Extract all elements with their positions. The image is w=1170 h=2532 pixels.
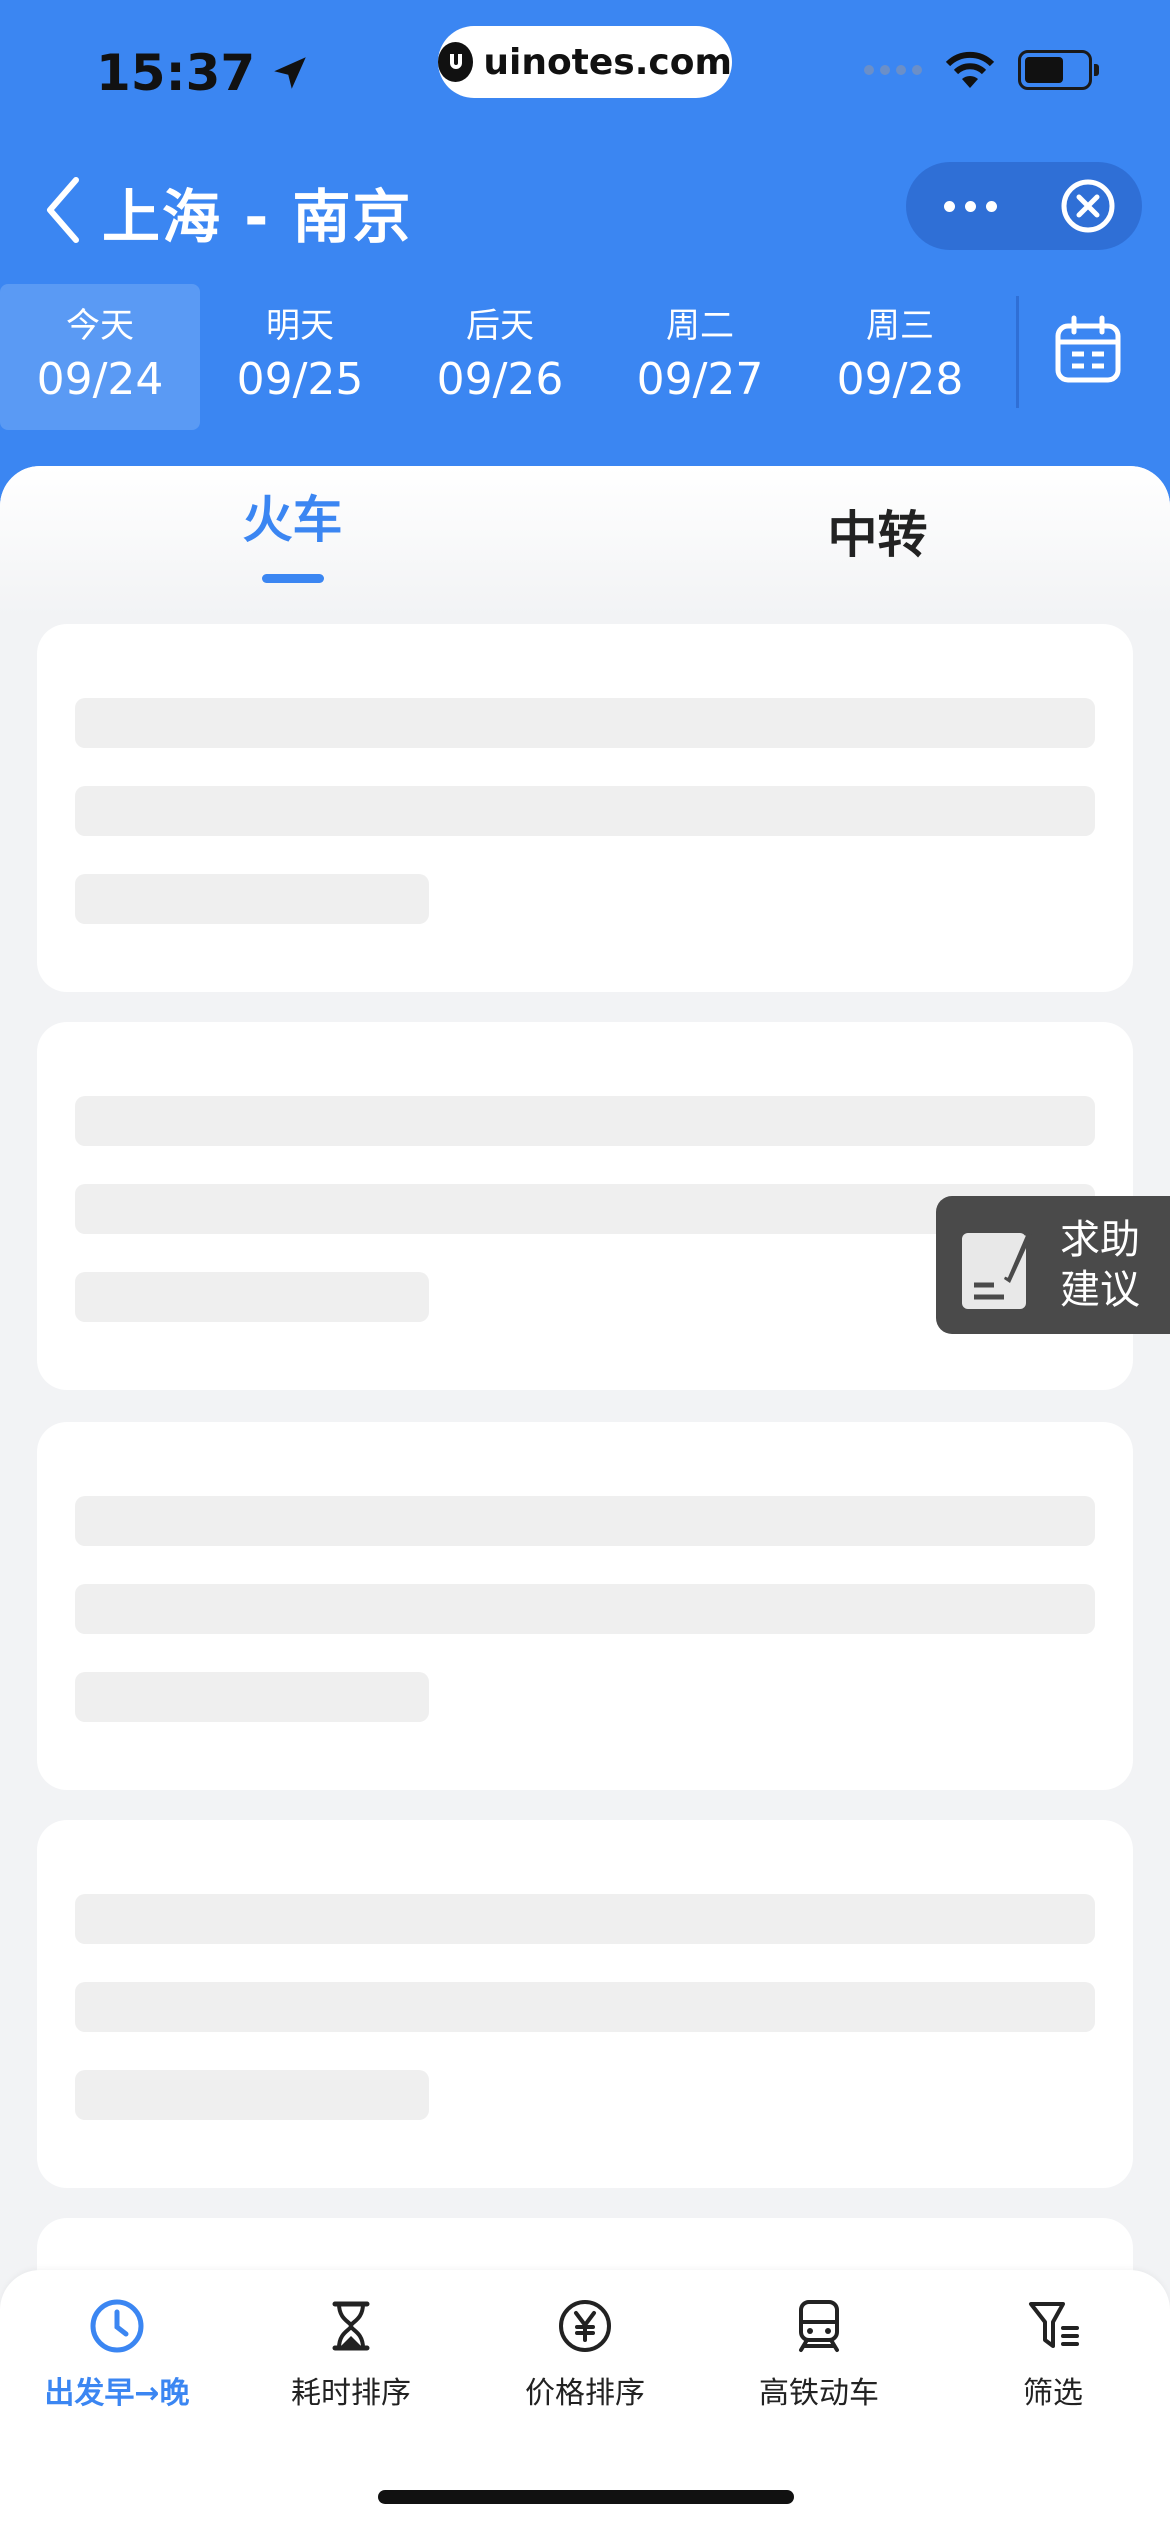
date-item[interactable]: 今天 09/24	[0, 284, 200, 430]
hourglass-icon	[332, 2301, 370, 2351]
sort-duration-button[interactable]: 耗时排序	[234, 2270, 468, 2440]
watermark-logo-icon	[438, 42, 474, 82]
high-speed-filter-button[interactable]: 高铁动车	[702, 2270, 936, 2440]
date-day: 周三	[866, 306, 934, 346]
date-md: 09/27	[636, 354, 764, 405]
skeleton-card	[37, 624, 1133, 992]
battery-icon	[1018, 50, 1099, 90]
yen-icon	[559, 2300, 611, 2352]
status-icons	[864, 50, 1099, 90]
skeleton-line	[75, 786, 1095, 836]
sort-price-button[interactable]: 价格排序	[468, 2270, 702, 2440]
skeleton-line	[75, 1496, 1095, 1546]
date-md: 09/24	[36, 354, 164, 405]
date-item[interactable]: 周二 09/27	[600, 284, 800, 430]
mini-program-capsule	[906, 162, 1142, 250]
date-day: 后天	[466, 306, 534, 346]
bottom-item-label: 价格排序	[525, 2376, 645, 2411]
status-time-text: 15:37	[96, 44, 256, 102]
feedback-button[interactable]: 求助建议	[936, 1196, 1170, 1334]
tab-underline	[261, 573, 324, 583]
train-icon	[799, 2300, 839, 2352]
filter-button[interactable]: 筛选	[936, 2270, 1170, 2440]
date-md: 09/26	[436, 354, 564, 405]
tab-bar: 火车 中转	[0, 466, 1170, 616]
edit-pencil-icon	[962, 1231, 1032, 1309]
close-button[interactable]	[1034, 162, 1142, 250]
date-selector: 今天 09/24 明天 09/25 后天 09/26 周二 09/27 周三 0…	[0, 284, 1000, 430]
tab-label: 中转	[827, 506, 928, 564]
clock-icon	[90, 2299, 144, 2353]
bottom-item-label: 筛选	[1023, 2376, 1083, 2411]
home-indicator	[378, 2490, 794, 2504]
bottom-item-label: 耗时排序	[291, 2376, 411, 2411]
tab-train[interactable]: 火车	[0, 466, 585, 596]
bottom-item-label: 高铁动车	[759, 2376, 879, 2411]
skeleton-line	[75, 1894, 1095, 1944]
date-day: 明天	[266, 306, 334, 346]
tab-label: 火车	[242, 490, 343, 549]
feedback-label: 求助建议	[1060, 1217, 1140, 1313]
skeleton-line	[75, 1982, 1095, 2032]
more-dots-icon	[943, 200, 955, 212]
tab-transfer[interactable]: 中转	[585, 466, 1170, 596]
skeleton-line	[75, 874, 429, 924]
date-item[interactable]: 明天 09/25	[200, 284, 400, 430]
bottom-item-label: 出发早→晚	[44, 2376, 190, 2411]
route-title: 上海 - 南京	[102, 183, 413, 251]
date-item[interactable]: 后天 09/26	[400, 284, 600, 430]
date-md: 09/28	[836, 354, 964, 405]
skeleton-line	[75, 1584, 1095, 1634]
watermark-text: uinotes.com	[483, 41, 732, 83]
sort-departure-button[interactable]: 出发早→晚	[0, 2270, 234, 2440]
skeleton-line	[75, 698, 1095, 748]
location-arrow-icon	[274, 57, 306, 89]
close-circle-icon	[1061, 179, 1115, 233]
more-button[interactable]	[906, 162, 1034, 250]
date-item[interactable]: 周三 09/28	[800, 284, 1000, 430]
skeleton-card	[37, 1820, 1133, 2188]
calendar-icon[interactable]	[1052, 314, 1124, 386]
back-button[interactable]	[40, 170, 90, 250]
skeleton-line	[75, 1096, 1095, 1146]
filter-icon	[1029, 2302, 1079, 2348]
watermark: uinotes.com	[438, 26, 732, 98]
skeleton-line	[75, 2070, 429, 2120]
status-time: 15:37	[96, 44, 311, 102]
skeleton-card	[37, 1422, 1133, 1790]
date-md: 09/25	[236, 354, 364, 405]
date-divider	[1016, 296, 1019, 408]
date-day: 周二	[666, 306, 734, 346]
skeleton-line	[75, 1672, 429, 1722]
wifi-icon	[945, 51, 995, 88]
date-day: 今天	[66, 306, 134, 346]
cellular-signal-icon	[864, 65, 922, 75]
skeleton-line	[75, 1272, 429, 1322]
